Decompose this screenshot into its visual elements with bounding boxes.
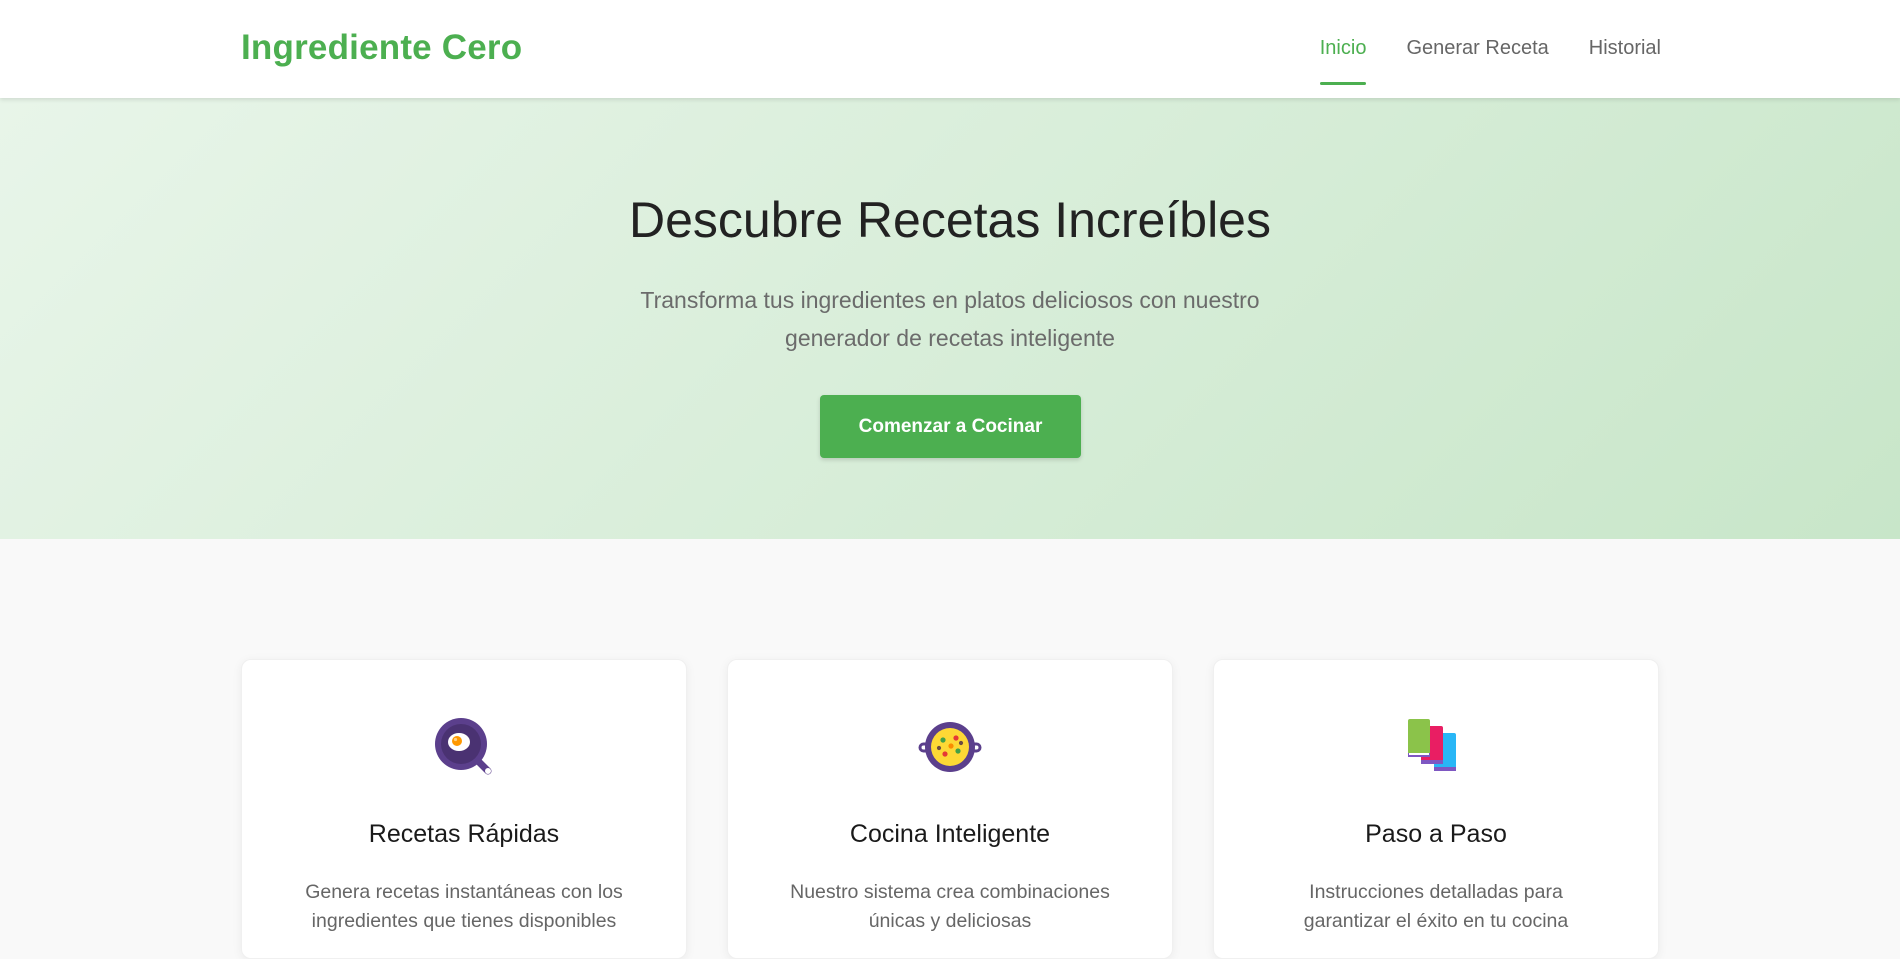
nav-link-historial[interactable]: Historial [1589,0,1661,60]
books-icon [1404,715,1468,779]
paella-pan-icon [918,715,982,779]
feature-description: Nuestro sistema crea combinaciones única… [790,881,1110,932]
navbar: Ingrediente Cero Inicio Generar Receta H… [0,0,1900,98]
nav-links: Inicio Generar Receta Historial [1280,0,1661,98]
feature-title: Cocina Inteligente [849,820,1051,848]
feature-card-paso-a-paso: Paso a Paso Instrucciones detalladas par… [1213,659,1659,959]
hero-section: Descubre Recetas Increíbles Transforma t… [0,98,1900,539]
feature-description: Genera recetas instantáneas con los ingr… [305,881,623,932]
feature-title: Paso a Paso [1365,820,1507,848]
hero-title: Descubre Recetas Increíbles [629,192,1271,248]
feature-card-cocina-inteligente: Cocina Inteligente Nuestro sistema crea … [727,659,1173,959]
nav-link-inicio[interactable]: Inicio [1319,0,1366,85]
hero-subtitle: Transforma tus ingredientes en platos de… [640,287,1260,351]
feature-title: Recetas Rápidas [368,820,560,848]
nav-link-generar-receta[interactable]: Generar Receta [1406,0,1548,60]
brand-logo[interactable]: Ingrediente Cero [241,28,522,68]
frying-pan-egg-icon [432,715,496,779]
feature-description: Instrucciones detalladas para garantizar… [1303,881,1569,932]
feature-card-recetas-rapidas: Recetas Rápidas Genera recetas instantán… [241,659,687,959]
start-cooking-button[interactable]: Comenzar a Cocinar [820,395,1081,458]
